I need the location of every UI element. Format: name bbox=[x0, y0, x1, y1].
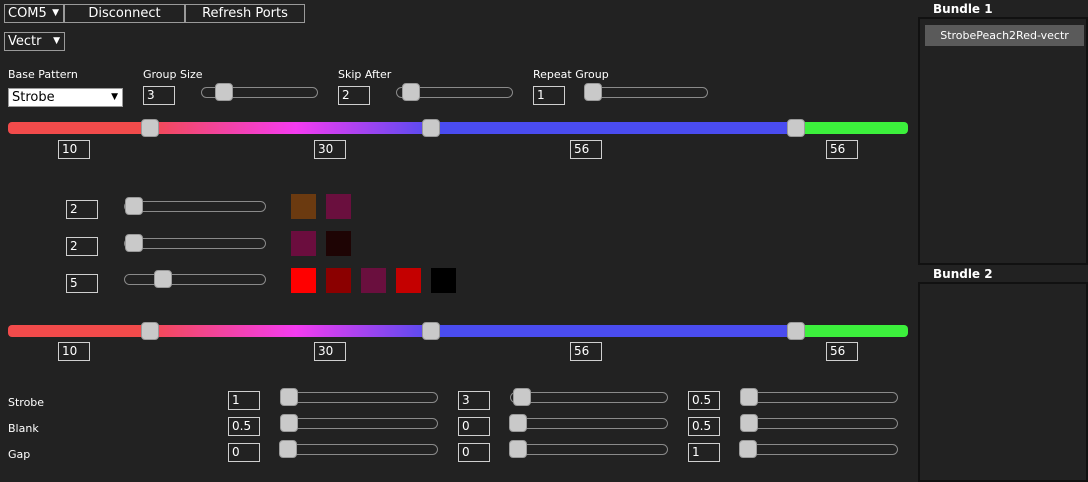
chevron-down-icon: ▼ bbox=[111, 92, 118, 102]
bundle-1-list[interactable] bbox=[918, 17, 1088, 265]
device-select[interactable]: Vectr ▼ bbox=[4, 32, 65, 51]
timing-slider-thumb[interactable] bbox=[740, 414, 758, 432]
timing-slider-track[interactable] bbox=[510, 392, 668, 403]
color-swatch[interactable] bbox=[291, 194, 316, 219]
timeline-handle[interactable] bbox=[422, 119, 440, 137]
timing-slider-track[interactable] bbox=[740, 392, 898, 403]
timing-slider-thumb[interactable] bbox=[279, 440, 297, 458]
timing-row-label: Blank bbox=[8, 422, 39, 435]
timeline-handle[interactable] bbox=[141, 119, 159, 137]
bundle-2-list[interactable] bbox=[918, 282, 1088, 482]
repeat-group-label: Repeat Group bbox=[533, 68, 609, 81]
timing-input[interactable]: 0 bbox=[458, 417, 490, 436]
timing-slider-thumb[interactable] bbox=[513, 388, 531, 406]
group-size-slider-thumb[interactable] bbox=[215, 83, 233, 101]
timing-slider-thumb[interactable] bbox=[280, 388, 298, 406]
timing-input[interactable]: 0.5 bbox=[228, 417, 260, 436]
timing-slider-track[interactable] bbox=[280, 444, 438, 455]
timeline-value-input[interactable]: 30 bbox=[314, 342, 346, 361]
port-select[interactable]: COM5 ▼ bbox=[4, 4, 64, 23]
port-select-value: COM5 bbox=[8, 6, 47, 21]
bundle-1-title: Bundle 1 bbox=[933, 2, 993, 16]
color-swatch[interactable] bbox=[431, 268, 456, 293]
color-count-slider-track[interactable] bbox=[124, 274, 266, 285]
timing-input[interactable]: 0 bbox=[458, 443, 490, 462]
timing-slider-track[interactable] bbox=[740, 444, 898, 455]
timing-slider-thumb[interactable] bbox=[509, 440, 527, 458]
timing-slider-track[interactable] bbox=[740, 418, 898, 429]
device-select-value: Vectr bbox=[8, 34, 42, 49]
base-pattern-select[interactable]: Strobe ▼ bbox=[8, 88, 123, 107]
color-swatch[interactable] bbox=[291, 231, 316, 256]
disconnect-button[interactable]: Disconnect bbox=[64, 4, 185, 23]
skip-after-slider-thumb[interactable] bbox=[402, 83, 420, 101]
color-count-slider-track[interactable] bbox=[124, 201, 266, 212]
timeline-value-input[interactable]: 10 bbox=[58, 342, 90, 361]
timing-slider-track[interactable] bbox=[510, 418, 668, 429]
chevron-down-icon: ▼ bbox=[53, 36, 60, 46]
timing-slider-thumb[interactable] bbox=[509, 414, 527, 432]
timing-slider-thumb[interactable] bbox=[739, 440, 757, 458]
color-count-slider-track[interactable] bbox=[124, 238, 266, 249]
bundle-2-title: Bundle 2 bbox=[933, 267, 993, 281]
color-count-input[interactable]: 5 bbox=[66, 274, 98, 293]
color-count-slider-thumb[interactable] bbox=[125, 197, 143, 215]
timing-row-label: Gap bbox=[8, 448, 31, 461]
timeline-value-input[interactable]: 56 bbox=[826, 140, 858, 159]
base-pattern-label: Base Pattern bbox=[8, 68, 78, 81]
timeline-value-input[interactable]: 10 bbox=[58, 140, 90, 159]
timing-slider-thumb[interactable] bbox=[740, 388, 758, 406]
chevron-down-icon: ▼ bbox=[52, 8, 59, 18]
timeline-handle[interactable] bbox=[422, 322, 440, 340]
timing-input[interactable]: 0 bbox=[228, 443, 260, 462]
timing-slider-track[interactable] bbox=[510, 444, 668, 455]
timing-input[interactable]: 1 bbox=[688, 443, 720, 462]
timeline-value-input[interactable]: 56 bbox=[826, 342, 858, 361]
timeline-handle[interactable] bbox=[787, 322, 805, 340]
color-swatch[interactable] bbox=[326, 268, 351, 293]
repeat-group-slider-track[interactable] bbox=[584, 87, 708, 98]
timing-slider-track[interactable] bbox=[280, 392, 438, 403]
color-count-slider-thumb[interactable] bbox=[125, 234, 143, 252]
repeat-group-slider-thumb[interactable] bbox=[584, 83, 602, 101]
color-swatch[interactable] bbox=[396, 268, 421, 293]
skip-after-input[interactable]: 2 bbox=[338, 86, 370, 105]
timing-input[interactable]: 1 bbox=[228, 391, 260, 410]
timeline-handle[interactable] bbox=[141, 322, 159, 340]
timeline-handle[interactable] bbox=[787, 119, 805, 137]
refresh-ports-button[interactable]: Refresh Ports bbox=[185, 4, 305, 23]
color-swatch[interactable] bbox=[291, 268, 316, 293]
timing-input[interactable]: 0.5 bbox=[688, 417, 720, 436]
timeline-value-input[interactable]: 56 bbox=[570, 140, 602, 159]
color-swatch[interactable] bbox=[326, 194, 351, 219]
repeat-group-input[interactable]: 1 bbox=[533, 86, 565, 105]
color-count-slider-thumb[interactable] bbox=[154, 270, 172, 288]
timeline-value-input[interactable]: 56 bbox=[570, 342, 602, 361]
skip-after-label: Skip After bbox=[338, 68, 392, 81]
color-swatch[interactable] bbox=[361, 268, 386, 293]
group-size-input[interactable]: 3 bbox=[143, 86, 175, 105]
timing-input[interactable]: 3 bbox=[458, 391, 490, 410]
timing-input[interactable]: 0.5 bbox=[688, 391, 720, 410]
color-swatch[interactable] bbox=[326, 231, 351, 256]
timing-row-label: Strobe bbox=[8, 396, 45, 409]
timeline-value-input[interactable]: 30 bbox=[314, 140, 346, 159]
base-pattern-value: Strobe bbox=[12, 90, 55, 105]
bundle-list-item[interactable]: StrobePeach2Red-vectr bbox=[925, 25, 1084, 46]
group-size-label: Group Size bbox=[143, 68, 203, 81]
timing-slider-thumb[interactable] bbox=[280, 414, 298, 432]
color-count-input[interactable]: 2 bbox=[66, 200, 98, 219]
color-count-input[interactable]: 2 bbox=[66, 237, 98, 256]
timing-slider-track[interactable] bbox=[280, 418, 438, 429]
